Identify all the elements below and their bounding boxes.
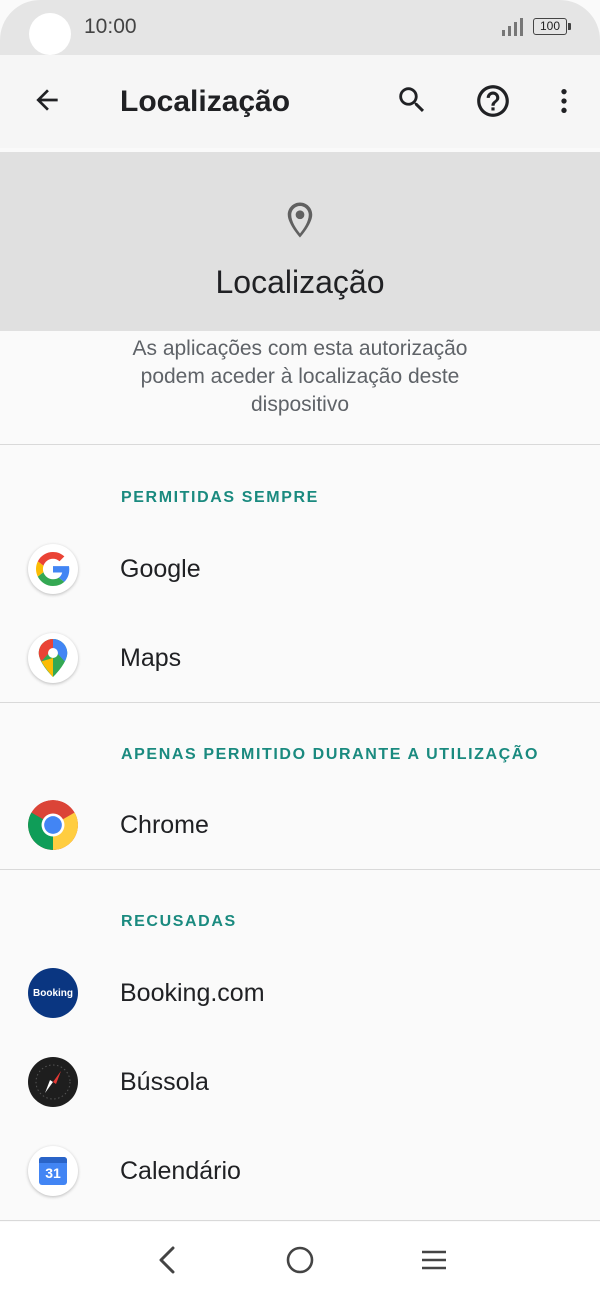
nav-menu-icon bbox=[422, 1250, 446, 1270]
app-label: Booking.com bbox=[120, 979, 265, 1007]
booking-icon: Booking bbox=[28, 968, 78, 1018]
app-bar: Localização bbox=[0, 55, 600, 148]
battery-icon: 100 bbox=[533, 18, 567, 35]
nav-menu-button[interactable] bbox=[417, 1243, 451, 1277]
search-icon bbox=[399, 87, 425, 113]
permission-description: As aplicações com esta autorização podem… bbox=[60, 335, 540, 419]
app-row-compass[interactable]: Bússola bbox=[0, 1038, 600, 1126]
navigation-bar bbox=[0, 1222, 600, 1300]
more-options-button[interactable] bbox=[548, 80, 580, 122]
page-title: Localização bbox=[120, 85, 291, 118]
nav-home-icon bbox=[286, 1246, 314, 1274]
app-row-calendar[interactable]: 31 Calendário bbox=[0, 1127, 600, 1215]
divider bbox=[0, 869, 600, 870]
app-label: Chrome bbox=[120, 811, 209, 839]
maps-icon bbox=[28, 633, 78, 683]
calendar-icon: 31 bbox=[28, 1146, 78, 1196]
google-icon bbox=[28, 544, 78, 594]
battery-level: 100 bbox=[539, 19, 561, 33]
nav-back-icon bbox=[159, 1246, 175, 1274]
front-camera bbox=[29, 13, 71, 55]
app-label: Calendário bbox=[120, 1157, 241, 1185]
back-arrow-icon bbox=[36, 89, 58, 111]
divider bbox=[0, 1220, 600, 1221]
app-label: Bússola bbox=[120, 1068, 209, 1096]
search-button[interactable] bbox=[392, 80, 432, 120]
back-button[interactable] bbox=[27, 80, 67, 120]
help-icon bbox=[477, 85, 509, 117]
nav-home-button[interactable] bbox=[283, 1243, 317, 1277]
compass-icon bbox=[28, 1057, 78, 1107]
divider bbox=[0, 444, 600, 445]
description-line: dispositivo bbox=[250, 393, 350, 416]
description-line: As aplicações com esta autorização bbox=[132, 337, 468, 360]
chrome-icon bbox=[28, 800, 78, 850]
phone-screen: 10:00 100 Localização Localização As apl… bbox=[0, 0, 600, 1300]
battery-tip bbox=[568, 23, 571, 30]
more-vert-icon bbox=[561, 89, 567, 113]
status-time: 10:00 bbox=[84, 15, 137, 38]
signal-icon bbox=[502, 18, 523, 36]
app-row-google[interactable]: Google bbox=[0, 525, 600, 613]
description-line: podem aceder à localização deste bbox=[140, 365, 460, 388]
section-header-while-using: APENAS PERMITIDO DURANTE A UTILIZAÇÃO bbox=[121, 746, 540, 763]
nav-back-button[interactable] bbox=[150, 1242, 184, 1278]
app-label: Google bbox=[120, 555, 201, 583]
location-pin-icon bbox=[287, 202, 313, 238]
section-header-denied: RECUSADAS bbox=[121, 913, 237, 930]
status-bar: 10:00 100 bbox=[0, 0, 600, 55]
app-label: Maps bbox=[120, 644, 182, 672]
app-row-chrome[interactable]: Chrome bbox=[0, 781, 600, 869]
help-button[interactable] bbox=[472, 80, 514, 122]
calendar-day: 31 bbox=[45, 1165, 61, 1181]
permission-header: Localização bbox=[0, 152, 600, 331]
app-row-booking[interactable]: Booking Booking.com bbox=[0, 949, 600, 1037]
divider bbox=[0, 702, 600, 703]
booking-icon-text: Booking bbox=[33, 987, 73, 999]
permission-title: Localização bbox=[215, 264, 385, 300]
app-row-maps[interactable]: Maps bbox=[0, 614, 600, 702]
section-header-always: PERMITIDAS SEMPRE bbox=[121, 489, 319, 506]
